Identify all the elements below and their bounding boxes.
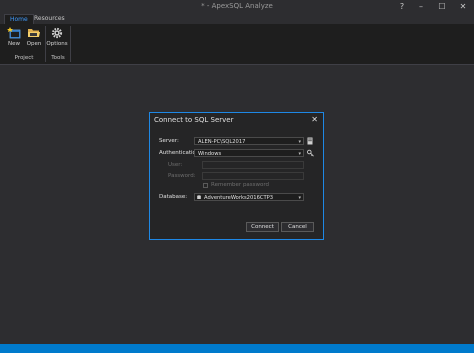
chevron-down-icon: ▾ [298, 139, 301, 145]
close-button[interactable]: ✕ [456, 1, 470, 13]
status-bar [0, 344, 474, 353]
ribbon-tabs: Home Resources [0, 14, 474, 24]
cancel-button[interactable]: Cancel [281, 222, 314, 232]
gear-icon [51, 27, 63, 39]
open-folder-icon [28, 29, 40, 37]
connect-dialog: Connect to SQL Server ✕ Server: ALEN-PC\… [149, 112, 324, 240]
database-value: AdventureWorks2016CTP3 [204, 195, 274, 201]
dialog-title: Connect to SQL Server [154, 116, 234, 124]
new-label: New [8, 41, 20, 47]
dialog-close-button[interactable]: ✕ [311, 115, 318, 124]
key-icon[interactable] [307, 149, 314, 157]
authentication-value: Windows [198, 151, 222, 157]
new-project-icon [7, 27, 21, 39]
options-label: Options [46, 41, 68, 47]
help-button[interactable]: ? [395, 1, 409, 13]
database-dropdown[interactable]: AdventureWorks2016CTP3 ▾ [194, 193, 304, 201]
server-value: ALEN-PC\SQL2017 [198, 139, 246, 145]
chevron-down-icon: ▾ [298, 151, 301, 157]
open-button[interactable]: Open [23, 27, 45, 47]
server-dropdown[interactable]: ALEN-PC\SQL2017 ▾ [194, 137, 304, 145]
group-label-project: Project [14, 55, 34, 61]
password-field[interactable] [202, 172, 304, 180]
title-bar: * - ApexSQL Analyze ? – ☐ ✕ [0, 0, 474, 14]
maximize-button[interactable]: ☐ [435, 1, 449, 13]
new-button[interactable]: New [3, 27, 25, 47]
user-label: User: [168, 162, 183, 168]
server-browse-icon[interactable] [307, 137, 313, 145]
options-button[interactable]: Options [46, 27, 68, 47]
connect-button[interactable]: Connect [246, 222, 279, 232]
remember-password-checkbox[interactable] [203, 183, 208, 188]
open-label: Open [26, 41, 42, 47]
group-label-tools: Tools [51, 55, 65, 61]
chevron-down-icon: ▾ [298, 195, 301, 201]
remember-password-label: Remember password [211, 182, 270, 188]
authentication-dropdown[interactable]: Windows ▾ [194, 149, 304, 157]
tab-resources[interactable]: Resources [29, 14, 70, 24]
ribbon: New Open Options Project Tools [0, 24, 474, 65]
database-icon [197, 195, 201, 199]
database-label: Database: [159, 194, 188, 200]
user-field[interactable] [202, 161, 304, 169]
minimize-button[interactable]: – [414, 1, 428, 13]
group-divider [70, 26, 71, 62]
server-label: Server: [159, 138, 179, 144]
password-label: Password: [168, 173, 196, 179]
